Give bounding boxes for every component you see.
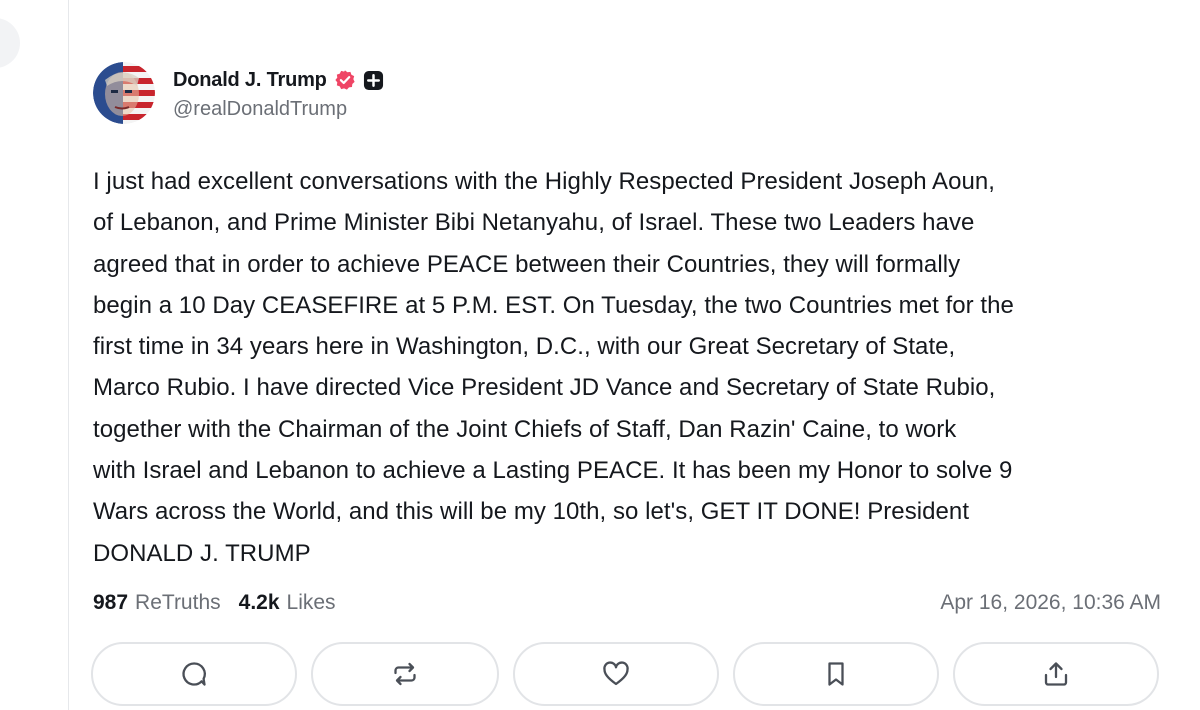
comment-icon — [182, 662, 206, 686]
avatar-image — [93, 62, 155, 124]
post-header: Donald J. Trump @realDonaldTrump — [93, 61, 384, 125]
bookmark-button[interactable] — [733, 642, 939, 706]
plus-badge-icon — [363, 70, 384, 91]
retruths-count[interactable]: 987 — [93, 591, 128, 615]
retruth-button[interactable] — [311, 642, 499, 706]
author-name[interactable]: Donald J. Trump — [173, 69, 327, 92]
back-button[interactable] — [0, 18, 20, 68]
share-button[interactable] — [953, 642, 1159, 706]
repost-icon — [394, 662, 416, 686]
page: Donald J. Trump @realDonaldTrump I just … — [0, 0, 1200, 710]
retruths-label[interactable]: ReTruths — [135, 591, 221, 615]
like-button[interactable] — [513, 642, 719, 706]
name-row: Donald J. Trump — [173, 65, 384, 95]
author-info: Donald J. Trump @realDonaldTrump — [173, 65, 384, 121]
reply-button[interactable] — [91, 642, 297, 706]
heart-icon — [603, 661, 629, 686]
share-icon — [1044, 662, 1068, 686]
post-body-text: I just had excellent conversations with … — [93, 168, 1014, 567]
likes-label[interactable]: Likes — [287, 591, 336, 615]
post-stats: 987 ReTruths 4.2k Likes Apr 16, 2026, 10… — [93, 586, 1161, 620]
likes-count[interactable]: 4.2k — [239, 591, 280, 615]
post-card: Donald J. Trump @realDonaldTrump I just … — [68, 0, 1200, 710]
author-handle[interactable]: @realDonaldTrump — [173, 98, 384, 121]
avatar[interactable] — [93, 62, 155, 124]
action-bar — [91, 642, 1173, 706]
verified-badge-icon — [334, 69, 356, 91]
post-timestamp: Apr 16, 2026, 10:36 AM — [940, 591, 1161, 614]
bookmark-icon — [828, 662, 844, 686]
